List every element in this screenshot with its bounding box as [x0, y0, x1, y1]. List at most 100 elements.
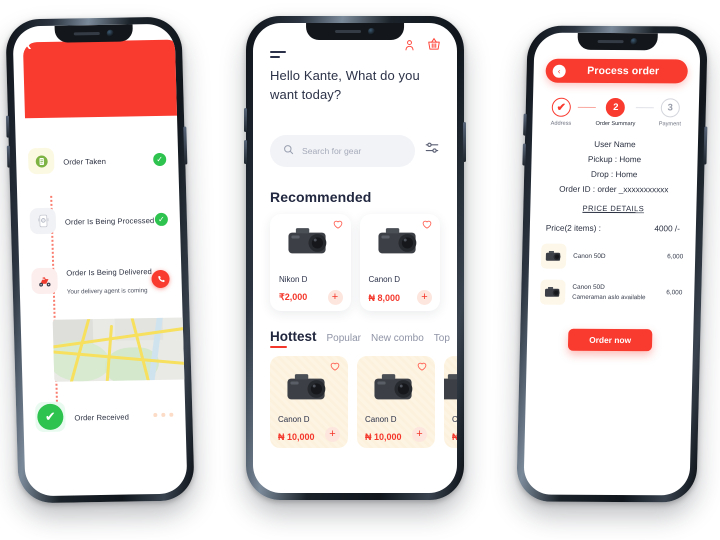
product-card[interactable]: Canon D ₦ 10,000 + — [357, 355, 435, 448]
speaker-grille — [335, 29, 361, 34]
product-name: Canon D — [278, 414, 310, 424]
product-price: ₦ 8,000 — [368, 292, 401, 303]
menu-icon[interactable] — [270, 51, 286, 58]
clipboard-icon — [27, 147, 55, 175]
product-card[interactable]: Nikon D ₹2,000 + — [270, 213, 351, 311]
status-title: Order Received — [74, 412, 130, 423]
greeting-text: Hello Kante, What do you want today? — [270, 68, 420, 102]
add-to-cart-button[interactable]: + — [417, 289, 432, 305]
filter-sliders-icon[interactable] — [424, 141, 440, 160]
step-connector — [577, 106, 596, 109]
product-name: Canon D — [365, 414, 397, 424]
hottest-card-row[interactable]: Canon D ₦ 10,000 + Canon D ₦ 10,000 + C … — [270, 355, 457, 448]
section-title-recommended: Recommended — [270, 188, 372, 205]
basket-icon[interactable] — [427, 37, 441, 57]
add-to-cart-button[interactable]: + — [325, 426, 340, 442]
user-icon-svg — [405, 39, 414, 50]
power-button[interactable] — [463, 122, 466, 162]
product-price: ₦ 10,000 — [278, 431, 315, 442]
status-row-delivering[interactable]: Order Is Being Delivered Your delivery a… — [31, 258, 170, 302]
delivery-route-map[interactable] — [52, 317, 188, 382]
add-to-cart-button[interactable]: + — [412, 426, 427, 442]
phone-3-process-order: ‹ Process order ✔ Address 2 Order Summar… — [516, 25, 708, 503]
user-name: User Name — [594, 139, 636, 150]
product-card[interactable]: Canon D ₦ 8,000 + — [359, 213, 440, 311]
status-row-received[interactable]: ✔ Order Received — [34, 400, 174, 433]
status-title: Order Is Being Processed — [64, 216, 155, 227]
search-icon — [283, 142, 294, 160]
received-check-icon: ✔ — [36, 403, 64, 431]
item-amount: 6,000 — [667, 253, 684, 261]
product-card[interactable]: Canon D ₦ 10,000 + — [270, 355, 348, 448]
user-icon[interactable] — [403, 38, 416, 57]
checkout-stepper: ✔ Address 2 Order Summary 3 Payment — [544, 97, 687, 128]
step-connector — [635, 107, 654, 109]
status-text: Order Is Being Delivered Your delivery a… — [66, 261, 152, 298]
step-address[interactable]: ✔ Address — [544, 97, 578, 127]
search-icon-svg — [284, 144, 294, 154]
tab-popular[interactable]: Popular — [327, 333, 361, 347]
price-details-title: PRICE DETAILS — [582, 203, 645, 214]
status-title: Order Taken — [63, 156, 107, 167]
front-camera-icon — [368, 28, 375, 35]
delivery-status-header — [22, 39, 183, 119]
power-button[interactable] — [183, 126, 188, 165]
camera-icon — [374, 223, 426, 264]
product-name: Nikon D — [279, 274, 308, 284]
process-order-header: ‹ Process order — [545, 58, 689, 84]
status-text: Order Received — [74, 406, 144, 425]
volume-down-button[interactable] — [244, 140, 247, 164]
scooter-icon — [31, 267, 58, 295]
package-device-icon — [29, 207, 57, 235]
step-payment[interactable]: 3 Payment — [653, 98, 687, 127]
item-note: Cameraman aslo available — [572, 293, 646, 302]
speaker-grille — [73, 31, 100, 36]
volume-down-button[interactable] — [522, 143, 526, 166]
filter-sliders-icon-svg — [425, 142, 439, 153]
order-item-row: Canon 50D Cameraman aslo available 6,000 — [539, 279, 683, 306]
camera-icon — [283, 369, 335, 410]
step-order-summary[interactable]: 2 Order Summary — [595, 97, 636, 128]
item-amount: 6,000 — [666, 289, 683, 297]
product-card[interactable]: Canon ₦ 10, — [444, 355, 457, 448]
volume-up-button[interactable] — [523, 113, 527, 136]
camera-icon — [540, 243, 567, 269]
call-agent-button[interactable] — [151, 269, 170, 289]
volume-up-button[interactable] — [244, 108, 247, 132]
status-timeline: Order Taken ✓ Order Is Being Processed ✓… — [15, 128, 188, 497]
tab-top[interactable]: Top — [434, 333, 450, 347]
volume-down-button[interactable] — [6, 145, 11, 168]
front-camera-icon — [630, 38, 638, 46]
product-price: ₦ 10, — [452, 431, 457, 442]
status-row-order-taken[interactable]: Order Taken ✓ — [27, 138, 167, 182]
search-input[interactable] — [302, 145, 402, 156]
order-item-row: Canon 50D 6,000 — [540, 243, 684, 270]
step-label: Order Summary — [595, 120, 636, 128]
product-price: ₦ 10,000 — [365, 431, 402, 442]
three-phone-mockup: ‹ Delivery Status Order Taken — [0, 0, 720, 540]
tab-new-combo[interactable]: New combo — [371, 333, 424, 347]
step-badge-done: ✔ — [551, 97, 572, 117]
power-button[interactable] — [703, 126, 708, 165]
order-now-button[interactable]: Order now — [567, 328, 653, 352]
order-id: Order ID : order _xxxxxxxxxxx — [559, 184, 669, 195]
notch — [54, 24, 133, 43]
page-title: Process order — [587, 64, 660, 78]
volume-up-button[interactable] — [5, 115, 10, 138]
product-name: Canon — [452, 414, 457, 424]
search-field-wrapper[interactable] — [270, 134, 415, 167]
status-row-processing[interactable]: Order Is Being Processed ✓ — [29, 198, 169, 242]
tab-hottest[interactable]: Hottest — [270, 329, 317, 348]
add-to-cart-button[interactable]: + — [327, 289, 343, 305]
back-chevron-icon[interactable]: ‹ — [552, 64, 566, 78]
category-tabs: Hottest Popular New combo Top — [270, 329, 450, 348]
status-text: Order Taken — [63, 150, 144, 169]
camera-icon — [284, 223, 336, 264]
camera-icon-svg — [544, 287, 560, 297]
price-summary-row: Price(2 items) : 4000 /- — [542, 224, 684, 234]
camera-icon-svg — [288, 227, 327, 254]
camera-icon — [370, 369, 422, 410]
clipboard-icon-svg — [35, 155, 48, 167]
price-label: Price(2 items) : — [545, 223, 602, 233]
back-chevron-icon[interactable]: ‹ — [26, 35, 32, 54]
